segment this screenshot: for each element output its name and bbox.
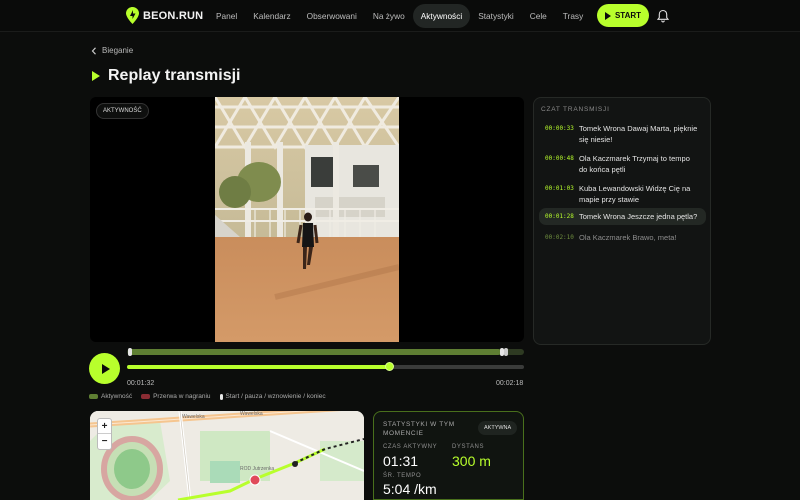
- chat-message-text: Ola Kaczmarek Trzymaj to tempo do końca …: [579, 154, 690, 174]
- chat-message-text: Ola Kaczmarek Brawo, meta!: [579, 233, 677, 242]
- chat-title: CZAT TRANSMISJI: [541, 106, 610, 113]
- street-label: Wawelska: [240, 411, 263, 417]
- current-time: 00:01:32: [127, 380, 155, 387]
- chat-message-time[interactable]: 00:00:33: [545, 123, 574, 145]
- legend-swatch: [141, 394, 151, 399]
- brand-name: BEON.RUN: [143, 9, 204, 22]
- nav-item-kalendarz[interactable]: Kalendarz: [245, 4, 298, 28]
- breadcrumb-label: Bieganie: [102, 46, 134, 55]
- page-title: Replay transmisji: [92, 67, 241, 85]
- distance-value: 300 m: [452, 453, 491, 469]
- pin-logo-icon: [126, 7, 139, 24]
- zoom-in-button[interactable]: +: [98, 419, 111, 434]
- runner-video-image: [215, 97, 399, 342]
- moment-stats-card: STATYSTYKI W TYM MOMENCIE AKTYWNA CZAS A…: [373, 411, 524, 500]
- map-zoom-control: + −: [97, 418, 112, 450]
- chevron-left-icon: [91, 46, 96, 55]
- nav-item-panel[interactable]: Panel: [208, 4, 245, 28]
- legend-swatch: [219, 393, 223, 400]
- legend-item-gap: Przerwa w nagraniu: [141, 393, 211, 400]
- activity-badge: AKTYWNOŚĆ: [96, 103, 149, 119]
- chat-message-time[interactable]: 00:01:03: [545, 183, 574, 205]
- seek-bar[interactable]: [127, 362, 524, 371]
- legend-label: Aktywność: [101, 393, 133, 400]
- play-button[interactable]: [89, 353, 120, 384]
- nav-item-na-zywo[interactable]: Na żywo: [365, 4, 413, 28]
- activity-segment: [129, 349, 501, 355]
- broadcast-chat: CZAT TRANSMISJI 00:00:33 Tomek Wrona Daw…: [533, 97, 711, 345]
- video-player[interactable]: AKTYWNOŚĆ: [90, 97, 524, 342]
- stats-title: STATYSTYKI W TYM MOMENCIE: [383, 421, 455, 437]
- chat-message: 00:01:03 Kuba Lewandowski Widzę Cię na m…: [539, 180, 706, 208]
- chat-message: 00:00:48 Ola Kaczmarek Trzymaj to tempo …: [539, 150, 706, 178]
- chat-message-text: Tomek Wrona Dawaj Marta, pięknie się nie…: [579, 124, 698, 144]
- route-map[interactable]: Wawelska Wawelska ROD Jutrzenka + −: [90, 411, 364, 500]
- legend-swatch: [89, 394, 98, 399]
- play-icon: [604, 11, 611, 20]
- status-badge: AKTYWNA: [478, 421, 518, 435]
- video-frame: [215, 97, 399, 342]
- nav-item-obserwowani[interactable]: Obserwowani: [299, 4, 365, 28]
- breadcrumb[interactable]: Bieganie: [91, 46, 133, 55]
- start-button-label: START: [614, 11, 642, 20]
- chat-message-upcoming: 00:02:10 Ola Kaczmarek Brawo, meta!: [539, 229, 706, 246]
- pace-value: 5:04 /km: [383, 481, 437, 497]
- legend-item-events: Start / pauza / wznowienie / koniec: [219, 393, 326, 400]
- active-time-label: CZAS AKTYWNY: [383, 444, 438, 450]
- start-button[interactable]: START: [597, 4, 649, 27]
- distance-label: DYSTANS: [452, 444, 485, 450]
- nav-item-cele[interactable]: Cele: [522, 4, 555, 28]
- page-title-text: Replay transmisji: [108, 67, 241, 84]
- timeline-legend: Aktywność Przerwa w nagraniu Start / pau…: [89, 393, 326, 400]
- chat-message: 00:00:33 Tomek Wrona Dawaj Marta, piękni…: [539, 120, 706, 148]
- seek-bar-handle[interactable]: [384, 362, 394, 371]
- brand-logo[interactable]: BEON.RUN: [126, 7, 203, 24]
- active-time-value: 01:31: [383, 453, 419, 469]
- zoom-out-button[interactable]: −: [98, 434, 111, 449]
- pace-label: ŚR. TEMPO: [383, 473, 422, 479]
- chat-message-text: Tomek Wrona Jeszcze jedna pętla?: [579, 212, 698, 221]
- chat-message-time[interactable]: 00:02:10: [545, 232, 574, 243]
- chat-message-time[interactable]: 00:00:48: [545, 153, 574, 175]
- main-nav: Panel Kalendarz Obserwowani Na żywo Akty…: [208, 4, 629, 28]
- top-navigation: BEON.RUN Panel Kalendarz Obserwowani Na …: [0, 0, 800, 32]
- place-label: ROD Jutrzenka: [240, 466, 274, 472]
- bell-icon[interactable]: [657, 9, 669, 23]
- street-label: Wawelska: [182, 414, 205, 420]
- start-marker: [128, 348, 132, 356]
- nav-item-aktywnosci[interactable]: Aktywności: [412, 4, 471, 28]
- chat-message-current: 00:01:28 Tomek Wrona Jeszcze jedna pętla…: [539, 208, 706, 225]
- total-time: 00:02:18: [496, 380, 524, 387]
- chat-message-time[interactable]: 00:01:28: [545, 211, 574, 222]
- legend-item-activity: Aktywność: [89, 393, 132, 400]
- nav-item-trasy[interactable]: Trasy: [555, 4, 591, 28]
- play-icon: [101, 363, 110, 374]
- nav-item-statystyki[interactable]: Statystyki: [470, 4, 522, 28]
- legend-label: Przerwa w nagraniu: [153, 393, 211, 400]
- legend-label: Start / pauza / wznowienie / koniec: [225, 393, 326, 400]
- play-icon: [92, 71, 100, 81]
- seek-bar-progress: [127, 365, 390, 369]
- activity-timeline[interactable]: [127, 348, 524, 356]
- end-marker-2: [504, 348, 508, 356]
- chat-message-text: Kuba Lewandowski Widzę Cię na mapie przy…: [579, 184, 691, 204]
- map-tiles: Wawelska Wawelska ROD Jutrzenka: [90, 411, 364, 500]
